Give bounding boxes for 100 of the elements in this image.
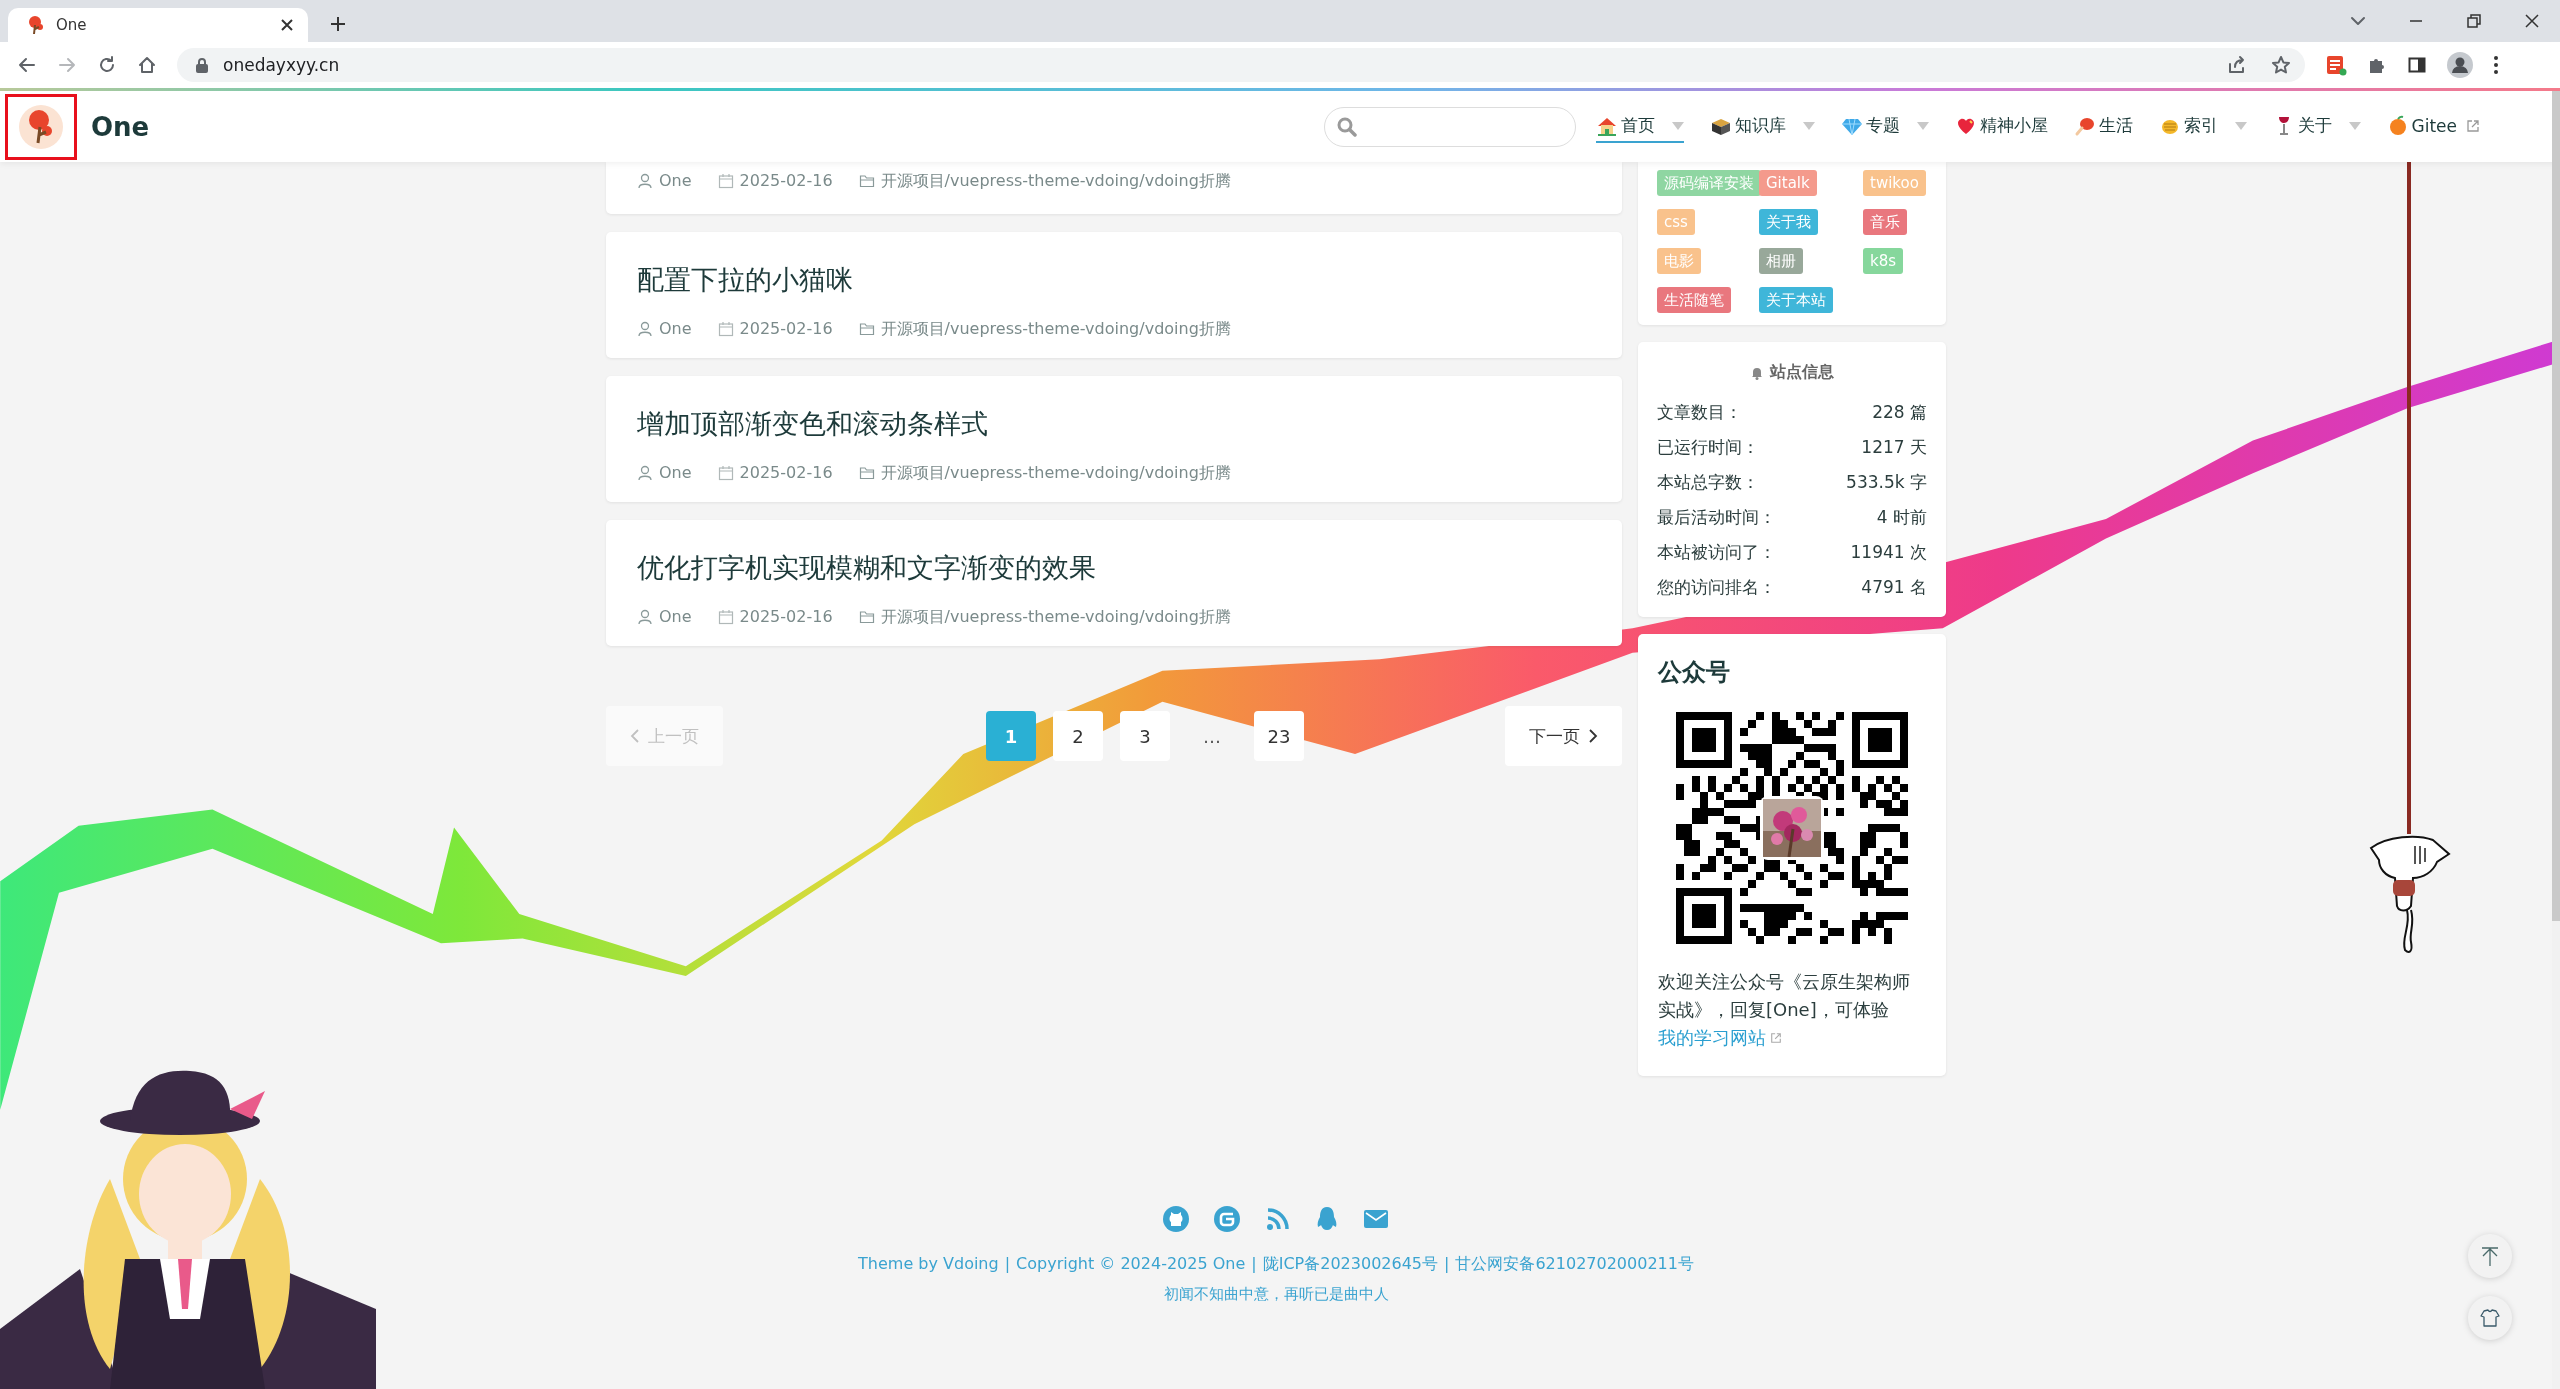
- close-icon[interactable]: [2524, 13, 2540, 29]
- calendar-icon: [717, 609, 734, 625]
- back-icon[interactable]: [17, 55, 37, 75]
- share-icon[interactable]: [2227, 55, 2247, 75]
- star-icon[interactable]: [2271, 55, 2291, 75]
- home-icon[interactable]: [137, 55, 157, 75]
- tag-link[interactable]: 关于我: [1759, 209, 1818, 235]
- nav-link[interactable]: 知识库: [1709, 110, 1815, 143]
- gitee-icon[interactable]: [1214, 1206, 1240, 1232]
- chevron-left-icon: [630, 729, 640, 743]
- tag-link[interactable]: Gitalk: [1759, 170, 1817, 196]
- footer-link[interactable]: Theme by Vdoing: [858, 1254, 999, 1275]
- menu-icon[interactable]: [2493, 55, 2499, 75]
- nav-link[interactable]: 索引: [2158, 110, 2247, 143]
- search-field[interactable]: [1323, 106, 1576, 147]
- nav-link[interactable]: 精神小屋: [1954, 110, 2048, 143]
- folder-icon: [858, 321, 875, 337]
- url-text: onedayxyy.cn: [223, 55, 341, 75]
- address-bar[interactable]: onedayxyy.cn: [177, 48, 2305, 82]
- nav-link[interactable]: Gitee: [2386, 110, 2480, 143]
- info-label: 本站总字数：: [1657, 471, 1759, 494]
- footer-motto: 初闻不知曲中意，再听已是曲中人: [1163, 1285, 1389, 1304]
- side-panel-icon[interactable]: [2407, 55, 2427, 75]
- rss-icon[interactable]: [1265, 1206, 1291, 1232]
- tag-link[interactable]: 相册: [1759, 248, 1803, 274]
- caret-icon: [2234, 121, 2247, 130]
- category-link[interactable]: 开源项目/vuepress-theme-vdoing/vdoing折腾: [880, 170, 1231, 192]
- info-value: 4 时前: [1876, 506, 1927, 529]
- plus-icon[interactable]: [330, 16, 346, 32]
- page-number[interactable]: 2: [1053, 711, 1103, 761]
- search-icon: [1336, 116, 1357, 137]
- tag-link[interactable]: 音乐: [1863, 209, 1907, 235]
- chevron-right-icon: [1588, 729, 1598, 743]
- profile-icon[interactable]: [2447, 52, 2473, 78]
- bell-icon: [1750, 365, 1764, 380]
- scrollbar-thumb[interactable]: [2552, 91, 2560, 921]
- author-link[interactable]: One: [659, 170, 692, 192]
- penguin-icon[interactable]: [1316, 1206, 1338, 1232]
- category-link[interactable]: 开源项目/vuepress-theme-vdoing/vdoing折腾: [880, 462, 1231, 484]
- caret-icon: [1916, 121, 1929, 130]
- author-link[interactable]: One: [659, 318, 692, 340]
- footer-link[interactable]: 甘公网安备62102702000211号: [1455, 1254, 1694, 1275]
- info-label: 文章数目：: [1657, 401, 1742, 424]
- info-label: 您的访问排名：: [1657, 576, 1776, 599]
- info-label: 已运行时间：: [1657, 436, 1759, 459]
- info-value: 533.5k 字: [1846, 471, 1927, 494]
- description-text: 欢迎关注公众号《云原生架构师实战》，回复[One]，可体验 我的学习网站: [1658, 970, 1911, 1050]
- tree-icon: [26, 15, 46, 35]
- next-page-button[interactable]: 下一页: [1505, 706, 1622, 766]
- author-link[interactable]: One: [659, 606, 692, 628]
- page-number[interactable]: 3: [1120, 711, 1170, 761]
- browser-tab[interactable]: One: [8, 8, 308, 42]
- section-title: 站点信息: [1770, 362, 1834, 383]
- separator: |: [1004, 1254, 1011, 1275]
- page-number[interactable]: 23: [1254, 711, 1304, 761]
- calendar-icon: [717, 173, 734, 189]
- nav-link[interactable]: 首页: [1595, 110, 1684, 143]
- nav-link[interactable]: 专题: [1840, 110, 1929, 143]
- nav-link[interactable]: 关于: [2272, 110, 2361, 143]
- user-icon: [637, 465, 653, 481]
- info-value: 228 篇: [1872, 401, 1927, 424]
- folder-icon: [858, 173, 875, 189]
- category-link[interactable]: 开源项目/vuepress-theme-vdoing/vdoing折腾: [880, 606, 1231, 628]
- info-value: 11941 次: [1850, 541, 1927, 564]
- separator: |: [1251, 1254, 1257, 1275]
- reload-icon[interactable]: [97, 55, 117, 75]
- article-title[interactable]: 配置下拉的小猫咪: [637, 262, 1591, 298]
- mail-icon[interactable]: [1363, 1209, 1389, 1229]
- card-title: 公众号: [1658, 657, 1731, 688]
- tag-link[interactable]: 生活随笔: [1657, 287, 1731, 313]
- caret-icon: [1671, 121, 1684, 130]
- category-link[interactable]: 开源项目/vuepress-theme-vdoing/vdoing折腾: [880, 318, 1231, 340]
- article-title[interactable]: 优化打字机实现模糊和文字渐变的效果: [637, 550, 1591, 586]
- folder-icon: [858, 609, 875, 625]
- extension-icon[interactable]: [2325, 54, 2347, 76]
- info-label: 本站被访问了：: [1657, 541, 1776, 564]
- footer-link[interactable]: Copyright © 2024-2025 One: [1016, 1254, 1246, 1275]
- nav-link[interactable]: 生活: [2073, 110, 2133, 143]
- tree-logo-icon: [19, 104, 63, 149]
- article-title[interactable]: 增加顶部渐变色和滚动条样式: [637, 406, 1591, 442]
- date-text: 2025-02-16: [739, 318, 833, 340]
- footer-link[interactable]: 陇ICP备2023002645号: [1262, 1254, 1439, 1275]
- tab-title: One: [56, 16, 88, 34]
- user-icon: [637, 173, 653, 189]
- logo-link[interactable]: [5, 93, 77, 160]
- separator: |: [1444, 1254, 1450, 1275]
- restore-icon[interactable]: [2466, 13, 2482, 29]
- author-link[interactable]: One: [659, 462, 692, 484]
- ellipsis: …: [1202, 725, 1222, 747]
- site-name[interactable]: One: [91, 111, 150, 142]
- folder-icon: [858, 465, 875, 481]
- date-text: 2025-02-16: [739, 462, 833, 484]
- lock-icon: [195, 57, 209, 73]
- date-text: 2025-02-16: [739, 170, 833, 192]
- user-icon: [637, 321, 653, 337]
- page-number[interactable]: 1: [986, 711, 1036, 761]
- date-text: 2025-02-16: [739, 606, 833, 628]
- close-icon[interactable]: [280, 18, 294, 32]
- website-link[interactable]: 我的学习网站: [1658, 1027, 1782, 1048]
- tag-link[interactable]: 关于本站: [1759, 287, 1833, 313]
